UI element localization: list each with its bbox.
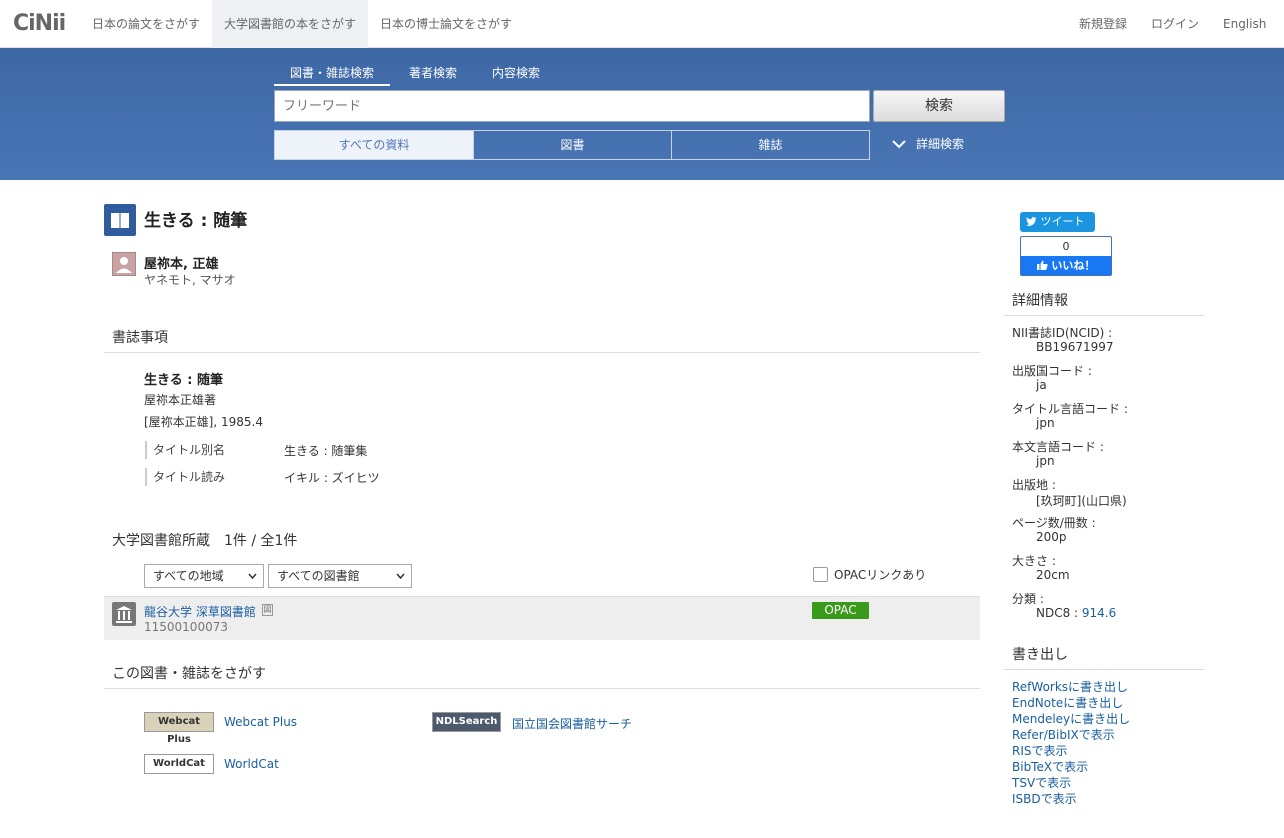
library-select-value: すべての図書館 bbox=[277, 569, 360, 583]
search-button[interactable]: 検索 bbox=[873, 90, 1005, 122]
export-endnote-link[interactable]: EndNoteに書き出し bbox=[1012, 694, 1123, 711]
opac-filter-checkbox[interactable] bbox=[813, 567, 828, 582]
worldcat-link[interactable]: WorldCat bbox=[224, 757, 279, 771]
region-select[interactable]: すべての地域 bbox=[144, 564, 264, 588]
chevron-down-icon bbox=[892, 140, 906, 149]
english-link[interactable]: English bbox=[1223, 0, 1266, 48]
ndl-search-logo-text: NDLSearch bbox=[435, 716, 498, 727]
export-tsv-link[interactable]: TSVで表示 bbox=[1012, 774, 1071, 791]
ncid-value: BB19671997 bbox=[1036, 340, 1114, 354]
pages-value: 200p bbox=[1036, 530, 1067, 544]
type-books[interactable]: 図書 bbox=[473, 130, 672, 160]
export-ris-link[interactable]: RISで表示 bbox=[1012, 742, 1068, 759]
bib-heading: 書誌事項 bbox=[112, 330, 168, 346]
advanced-search-label: 詳細検索 bbox=[916, 137, 965, 151]
library-code: 11500100073 bbox=[144, 620, 228, 634]
like-button[interactable]: いいね！ bbox=[1021, 256, 1111, 275]
logo-text: CiNii bbox=[13, 11, 66, 36]
book-icon bbox=[104, 204, 136, 236]
title-reading-label: タイトル読み bbox=[145, 468, 225, 486]
country-code-value: ja bbox=[1036, 378, 1047, 392]
person-icon bbox=[112, 252, 136, 276]
twitter-bird-icon bbox=[1026, 217, 1037, 226]
place-label: 出版地 : bbox=[1012, 478, 1056, 492]
facebook-like-widget[interactable]: 0 いいね！ bbox=[1020, 236, 1112, 276]
top-nav: CiNii 日本の論文をさがす 大学図書館の本をさがす 日本の博士論文をさがす … bbox=[0, 0, 1284, 48]
search-panel: 図書・雑誌検索 著者検索 内容検索 検索 すべての資料 図書 雑誌 詳細検索 bbox=[0, 48, 1284, 180]
divider bbox=[1004, 315, 1204, 316]
webcat-plus-logo[interactable]: Webcat Plus bbox=[144, 712, 214, 745]
holdings-heading: 大学図書館所蔵 1件 / 全1件 bbox=[112, 533, 298, 549]
divider bbox=[1004, 669, 1204, 670]
author-kana: ヤネモト, マサオ bbox=[144, 273, 236, 287]
book-type-badge: 図 bbox=[262, 604, 273, 616]
nav-dissertations[interactable]: 日本の博士論文をさがす bbox=[368, 0, 524, 48]
details-heading: 詳細情報 bbox=[1012, 293, 1068, 309]
bib-statement: 屋祢本正雄著 bbox=[144, 393, 217, 407]
chevron-down-icon bbox=[248, 573, 257, 579]
ncid-label: NII書誌ID(NCID) : bbox=[1012, 326, 1113, 340]
worldcat-logo-text: WorldCat bbox=[153, 758, 205, 769]
text-language-label: 本文言語コード : bbox=[1012, 440, 1104, 454]
export-isbd-link[interactable]: ISBDで表示 bbox=[1012, 790, 1077, 807]
author-name-link[interactable]: 屋祢本, 正雄 bbox=[144, 253, 218, 272]
size-value: 20cm bbox=[1036, 568, 1070, 582]
library-select[interactable]: すべての図書館 bbox=[268, 564, 412, 588]
library-building-icon bbox=[112, 602, 136, 626]
login-link[interactable]: ログイン bbox=[1151, 0, 1199, 48]
type-journals[interactable]: 雑誌 bbox=[671, 130, 870, 160]
ndl-search-logo[interactable]: NDLSearch bbox=[432, 712, 501, 732]
opac-button[interactable]: OPAC bbox=[812, 602, 869, 619]
nav-books[interactable]: 大学図書館の本をさがす bbox=[212, 0, 369, 48]
divider bbox=[104, 688, 980, 689]
freeword-input[interactable] bbox=[274, 90, 870, 122]
page-title: 生きる : 随筆 bbox=[144, 211, 248, 231]
tweet-button[interactable]: ツイート bbox=[1020, 212, 1095, 232]
text-language-value: jpn bbox=[1036, 454, 1055, 468]
export-bibtex-link[interactable]: BibTeXで表示 bbox=[1012, 758, 1088, 775]
alt-title-value: 生きる : 随筆集 bbox=[284, 444, 368, 458]
title-reading-value: イキル : ズイヒツ bbox=[284, 471, 380, 485]
classification-value: NDC8 : 914.6 bbox=[1036, 606, 1116, 620]
place-value: [玖珂町](山口県) bbox=[1036, 494, 1127, 508]
alt-title-label: タイトル別名 bbox=[145, 441, 225, 459]
opac-filter-label: OPACリンクあり bbox=[834, 568, 927, 582]
ndc-prefix: NDC8 : bbox=[1036, 606, 1082, 620]
pages-label: ページ数/冊数 : bbox=[1012, 516, 1096, 530]
export-heading: 書き出し bbox=[1012, 647, 1068, 663]
nav-articles[interactable]: 日本の論文をさがす bbox=[80, 0, 212, 48]
register-link[interactable]: 新規登録 bbox=[1079, 0, 1127, 48]
webcat-plus-link[interactable]: Webcat Plus bbox=[224, 715, 297, 729]
ndc-link[interactable]: 914.6 bbox=[1082, 606, 1116, 620]
thumbs-up-icon bbox=[1036, 260, 1048, 270]
webcat-plus-logo-text: Webcat Plus bbox=[157, 716, 201, 745]
country-code-label: 出版国コード : bbox=[1012, 364, 1092, 378]
like-count: 0 bbox=[1062, 240, 1070, 253]
like-label: いいね！ bbox=[1051, 259, 1096, 272]
advanced-search-toggle[interactable]: 詳細検索 bbox=[892, 134, 964, 154]
title-language-label: タイトル言語コード : bbox=[1012, 402, 1128, 416]
cinii-logo[interactable]: CiNii bbox=[13, 11, 66, 36]
export-mendeley-link[interactable]: Mendeleyに書き出し bbox=[1012, 710, 1130, 727]
library-link[interactable]: 龍谷大学 深草図書館 bbox=[144, 603, 256, 620]
type-all[interactable]: すべての資料 bbox=[274, 130, 474, 160]
ndl-search-link[interactable]: 国立国会図書館サーチ bbox=[512, 715, 632, 732]
classification-label: 分類 : bbox=[1012, 592, 1044, 606]
title-language-value: jpn bbox=[1036, 416, 1055, 430]
search-elsewhere-heading: この図書・雑誌をさがす bbox=[112, 666, 266, 682]
size-label: 大きさ : bbox=[1012, 554, 1056, 568]
bib-title: 生きる : 随筆 bbox=[144, 373, 223, 388]
export-refer-link[interactable]: Refer/BibIXで表示 bbox=[1012, 726, 1115, 743]
chevron-down-icon bbox=[396, 573, 405, 579]
tab-author-search[interactable]: 著者検索 bbox=[393, 62, 473, 86]
region-select-value: すべての地域 bbox=[153, 569, 224, 583]
worldcat-logo[interactable]: WorldCat bbox=[144, 754, 214, 774]
tweet-label: ツイート bbox=[1040, 215, 1085, 228]
export-refworks-link[interactable]: RefWorksに書き出し bbox=[1012, 678, 1128, 695]
bib-publication: [屋祢本正雄], 1985.4 bbox=[144, 415, 263, 429]
tab-book-search[interactable]: 図書・雑誌検索 bbox=[274, 62, 391, 86]
divider bbox=[104, 352, 980, 353]
tab-content-search[interactable]: 内容検索 bbox=[476, 62, 556, 86]
